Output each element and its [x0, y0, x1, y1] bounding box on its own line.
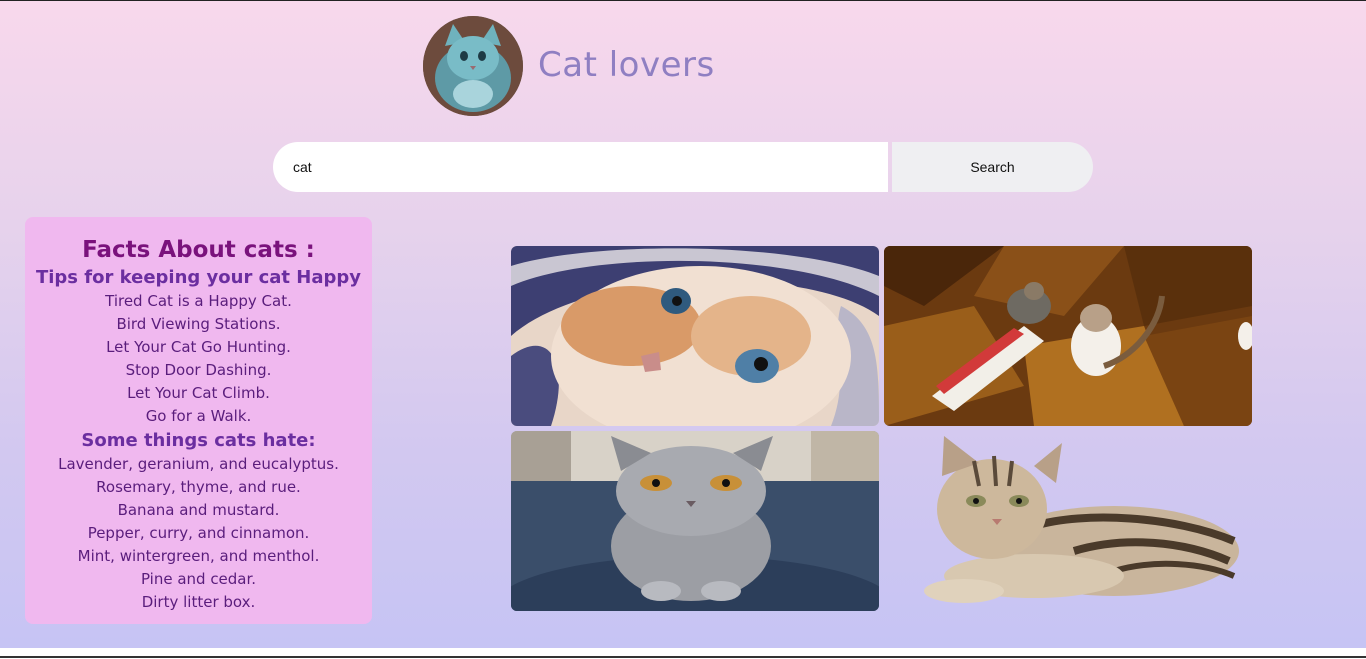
facts-title: Facts About cats :: [82, 237, 315, 263]
search-button[interactable]: Search: [892, 142, 1093, 192]
tip-item: Tired Cat is a Happy Cat.: [105, 292, 292, 310]
site-title: Cat lovers: [538, 45, 715, 85]
hate-item: Pine and cedar.: [140, 570, 257, 588]
bottom-divider: [0, 656, 1366, 658]
tip-item: Bird Viewing Stations.: [116, 315, 281, 333]
tip-item: Let Your Cat Climb.: [127, 384, 270, 402]
tips-heading: Tips for keeping your cat Happy: [35, 267, 362, 288]
hate-item: Dirty litter box.: [141, 593, 256, 611]
grey-kitten-image[interactable]: [511, 431, 879, 611]
cat-avatar-logo: [423, 16, 523, 116]
cat-face-icon: [423, 16, 523, 116]
kitten-in-hood-icon: [511, 246, 879, 426]
hate-item: Lavender, geranium, and eucalyptus.: [58, 455, 339, 473]
hate-item: Rosemary, thyme, and rue.: [96, 478, 301, 496]
page-background: Cat lovers Search Facts About cats : Tip…: [0, 0, 1366, 648]
tabby-kitten-icon: [924, 436, 1239, 603]
grey-kitten-icon: [511, 431, 879, 611]
hate-item: Mint, wintergreen, and menthol.: [77, 547, 320, 565]
tabby-kitten-image[interactable]: [884, 431, 1252, 611]
facts-panel: Facts About cats : Tips for keeping your…: [25, 217, 372, 624]
kitten-in-hood-image[interactable]: [511, 246, 879, 426]
hate-item: Banana and mustard.: [117, 501, 280, 519]
search-input[interactable]: [273, 142, 888, 192]
cat-gallery: [511, 246, 1252, 611]
hate-heading: Some things cats hate:: [81, 430, 316, 451]
hate-item: Pepper, curry, and cinnamon.: [87, 524, 310, 542]
tips-list: Tired Cat is a Happy Cat. Bird Viewing S…: [25, 290, 372, 428]
two-cats-floor-image[interactable]: [884, 246, 1252, 426]
tip-item: Stop Door Dashing.: [125, 361, 272, 379]
two-cats-floor-icon: [884, 246, 1252, 426]
tip-item: Go for a Walk.: [145, 407, 252, 425]
tip-item: Let Your Cat Go Hunting.: [106, 338, 291, 356]
hates-list: Lavender, geranium, and eucalyptus. Rose…: [25, 453, 372, 614]
